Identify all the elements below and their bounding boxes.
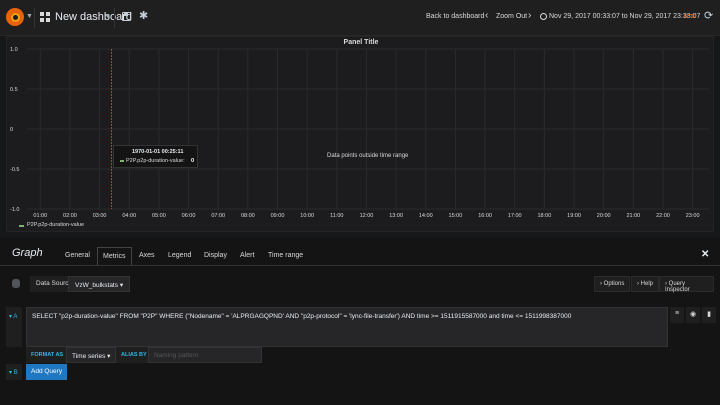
query-inspector-button[interactable]: › Query Inspector xyxy=(659,276,714,293)
y-tick-label: 0.5 xyxy=(10,87,18,93)
utc-badge: UTC xyxy=(684,14,696,20)
format-as-value: Time series xyxy=(72,353,106,360)
x-tick-label: 02:00 xyxy=(63,213,77,219)
help-button[interactable]: › Help xyxy=(631,276,660,292)
legend-series-label[interactable]: P2P.p2p-duration-value xyxy=(27,222,84,228)
y-tick-label: -0.5 xyxy=(10,167,19,173)
tooltip-value: 0 xyxy=(191,158,195,164)
x-tick-label: 05:00 xyxy=(152,213,166,219)
time-range-picker[interactable]: Nov 29, 2017 00:33:07 to Nov 29, 2017 23… xyxy=(549,13,700,20)
caret-down-icon[interactable]: ▼ xyxy=(26,13,33,20)
x-tick-label: 04:00 xyxy=(122,213,136,219)
query-row-a: ▾ A SELECT "p2p-duration-value" FROM "P2… xyxy=(6,307,716,347)
caret-down-icon: ▾ xyxy=(119,282,124,289)
y-tick-label: -1.0 xyxy=(10,207,19,213)
grafana-logo-icon[interactable] xyxy=(6,8,24,26)
alias-by-label: ALIAS BY xyxy=(116,347,152,363)
x-tick-label: 15:00 xyxy=(449,213,463,219)
query-a-toggle[interactable]: ▾ A xyxy=(6,307,22,347)
tab-metrics[interactable]: Metrics xyxy=(97,247,132,266)
caret-down-icon: ▾ xyxy=(107,353,111,360)
x-tick-label: 16:00 xyxy=(478,213,492,219)
tooltip-series-swatch xyxy=(120,160,124,162)
options-label: Options xyxy=(603,281,625,287)
x-tick-label: 17:00 xyxy=(508,213,522,219)
help-label: Help xyxy=(640,281,654,287)
graph-canvas[interactable]: 1.0 0.5 0 -0.5 -1.0 01:00 02:00 03:00 04:00 05:00… xyxy=(7,37,715,233)
tab-general[interactable]: General xyxy=(65,247,90,266)
x-tick-label: 23:00 xyxy=(686,213,700,219)
x-tick-label: 10:00 xyxy=(300,213,314,219)
x-tick-label: 12:00 xyxy=(360,213,374,219)
add-query-button[interactable]: Add Query xyxy=(26,364,68,380)
format-as-label: FORMAT AS xyxy=(26,347,69,363)
x-tick-label: 03:00 xyxy=(93,213,107,219)
chevron-down-icon[interactable]: ▼ xyxy=(104,13,111,20)
tab-alert[interactable]: Alert xyxy=(240,247,254,266)
options-button[interactable]: › Options xyxy=(594,276,631,292)
chevron-left-icon[interactable]: ‹ xyxy=(485,10,488,21)
y-tick-label: 0 xyxy=(10,127,13,133)
editor-title: Graph xyxy=(12,247,43,259)
close-icon[interactable]: ✕ xyxy=(701,249,709,260)
x-tick-label: 21:00 xyxy=(626,213,640,219)
x-tick-label: 14:00 xyxy=(419,213,433,219)
gear-icon[interactable]: ✱ xyxy=(139,9,148,22)
graph-panel: 1.0 0.5 0 -0.5 -1.0 01:00 02:00 03:00 04:00 05:00… xyxy=(6,36,714,232)
graph-tooltip: 1970-01-01 00:25:11 P2P.p2p-duration-val… xyxy=(113,145,198,168)
zoom-out-button[interactable]: Zoom Out xyxy=(496,13,527,20)
x-tick-label: 13:00 xyxy=(389,213,403,219)
query-editor-textarea[interactable]: SELECT "p2p-duration-value" FROM "P2P" W… xyxy=(26,307,668,347)
tab-legend[interactable]: Legend xyxy=(168,247,191,266)
legend-series-swatch[interactable] xyxy=(19,225,24,227)
hamburger-menu-icon[interactable]: ≡ xyxy=(670,307,684,323)
chevron-right-icon[interactable]: › xyxy=(528,10,531,21)
query-b-toggle[interactable]: ▾ B xyxy=(6,364,22,380)
x-tick-label: 11:00 xyxy=(330,213,343,219)
save-icon[interactable] xyxy=(122,12,131,21)
datasource-row: Data Source VzW_bulkstats ▾ › Options › … xyxy=(6,276,714,293)
tooltip-time: 1970-01-01 00:25:11 xyxy=(132,149,184,155)
tab-time-range[interactable]: Time range xyxy=(268,247,303,266)
x-tick-label: 06:00 xyxy=(182,213,196,219)
trash-icon[interactable]: ▮ xyxy=(702,307,716,323)
top-navbar: ▼ New dashboard ▼ ✱ Back to dashboard ‹ … xyxy=(0,0,720,36)
tab-display[interactable]: Display xyxy=(204,247,227,266)
dashboard-grid-icon[interactable] xyxy=(40,12,50,22)
back-to-dashboard-button[interactable]: Back to dashboard xyxy=(426,13,484,20)
no-data-message: Data points outside time range xyxy=(327,153,409,159)
format-as-select[interactable]: Time series ▾ xyxy=(66,347,117,363)
query-inspector-label: Query Inspector xyxy=(665,281,690,293)
tab-axes[interactable]: Axes xyxy=(139,247,155,266)
eye-icon[interactable]: ◉ xyxy=(686,307,700,323)
divider xyxy=(34,8,35,28)
tabs-divider xyxy=(0,265,720,266)
dashboard-title[interactable]: New dashboard xyxy=(55,11,132,23)
x-tick-label: 01:00 xyxy=(33,213,47,219)
panel-title[interactable]: Panel Title xyxy=(7,39,715,46)
refresh-icon[interactable]: ⟳ xyxy=(704,9,713,22)
x-tick-label: 08:00 xyxy=(241,213,255,219)
x-tick-label: 18:00 xyxy=(537,213,551,219)
query-b-letter: B xyxy=(13,370,18,376)
x-tick-label: 22:00 xyxy=(656,213,670,219)
x-tick-label: 19:00 xyxy=(567,213,581,219)
grafana-page: ▼ New dashboard ▼ ✱ Back to dashboard ‹ … xyxy=(0,0,720,405)
x-tick-label: 09:00 xyxy=(271,213,285,219)
datasource-select[interactable]: VzW_bulkstats ▾ xyxy=(68,276,131,292)
y-tick-label: 1.0 xyxy=(10,47,18,53)
alias-by-input[interactable]: Naming pattern xyxy=(148,347,262,363)
datasource-value: VzW_bulkstats xyxy=(75,282,118,289)
query-a-letter: A xyxy=(13,314,18,320)
clock-icon xyxy=(540,13,547,20)
divider xyxy=(114,8,115,28)
x-tick-label: 07:00 xyxy=(211,213,225,219)
tooltip-series-name: P2P.p2p-duration-value: xyxy=(126,158,185,164)
database-icon xyxy=(12,279,20,288)
x-tick-label: 20:00 xyxy=(597,213,611,219)
